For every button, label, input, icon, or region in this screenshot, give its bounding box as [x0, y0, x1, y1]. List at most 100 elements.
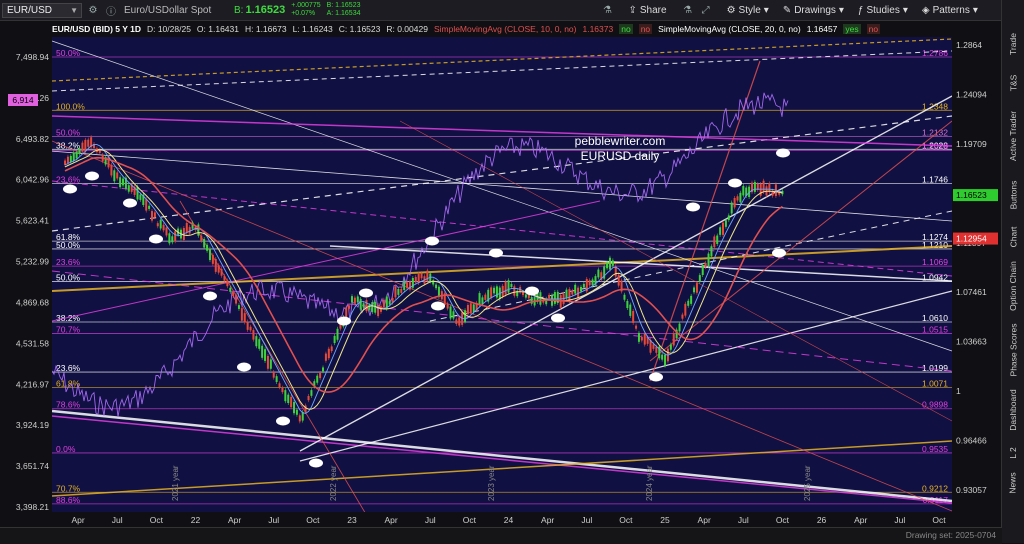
right-tab-t-s[interactable]: T&S [1002, 64, 1024, 102]
chevron-down-icon: ▼ [70, 5, 78, 15]
candle-body [66, 156, 69, 163]
info-open: O: 1.16431 [196, 24, 239, 34]
last-label: B: [234, 4, 244, 16]
candle-body [98, 149, 101, 153]
candle-body [327, 348, 330, 359]
candle-body [704, 262, 707, 267]
drawings-label: Drawings [794, 4, 836, 16]
info-icon[interactable]: ⓘ [104, 3, 118, 18]
candle-body [724, 220, 727, 227]
right-tab-label: Phase Scores [1008, 323, 1019, 377]
marker-ellipse [728, 178, 742, 188]
sma20-label[interactable]: SimpleMovingAvg (CLOSE, 20, 0, no) [658, 24, 801, 34]
price-level-label: 1.0199 [922, 363, 948, 373]
expand-icon[interactable]: ⤢ [699, 3, 713, 17]
candle-body [208, 248, 211, 261]
right-tab-news[interactable]: News [1002, 468, 1024, 498]
candle-body [493, 287, 496, 294]
chart-area[interactable]: 1.2786 1.2348 1.2132 1.2028 1.2018 1.1746 1.12… [0, 21, 1002, 543]
price-level-label: 0.9898 [922, 400, 948, 410]
flask2-icon[interactable]: ⚗ [681, 3, 695, 17]
candle-body [736, 196, 739, 201]
change-percent: +0.07% [291, 10, 316, 17]
price-chart[interactable]: 1.27861.23481.21321.20281.20181.17461.12… [0, 21, 1002, 532]
right-side-panel: Trade T&S Active Trader Buttons Chart Option … [1001, 0, 1024, 543]
candle-body [69, 155, 72, 163]
candle-body [324, 353, 327, 361]
candle-body [229, 287, 232, 292]
right-tab-phase-scores[interactable]: Phase Scores [1002, 318, 1024, 382]
candle-body [264, 349, 267, 361]
info-low: L: 1.16243 [292, 24, 333, 34]
marker-ellipse [123, 198, 137, 208]
x-axis-tick: Oct [619, 515, 633, 525]
x-axis-tick: Oct [776, 515, 790, 525]
sma10-toggle-no2[interactable]: no [638, 24, 653, 34]
candle-body [168, 233, 171, 244]
fib-label: 38.2% [56, 140, 81, 150]
sma20-toggle-no[interactable]: no [866, 24, 881, 34]
left-axis-tick: 5,623.41 [16, 216, 49, 226]
candle-body [753, 181, 756, 192]
last-price: 1.16523 [245, 4, 286, 16]
plot-background [52, 37, 952, 512]
left-axis-tick: 3,651.74 [16, 461, 49, 471]
right-tab-option-chain[interactable]: Option Chain [1002, 254, 1024, 318]
candle-body [81, 142, 84, 152]
sma10-label[interactable]: SimpleMovingAvg (CLOSE, 10, 0, no) [434, 24, 577, 34]
right-tab-chart[interactable]: Chart [1002, 220, 1024, 254]
x-axis-tick: Apr [228, 515, 241, 525]
x-axis-tick: Jul [112, 515, 123, 525]
patterns-button[interactable]: ◈ Patterns ▾ [922, 5, 978, 16]
studies-label: Studies [866, 4, 900, 16]
marker-ellipse [85, 171, 99, 181]
right-tab-trade[interactable]: Trade [1002, 24, 1024, 64]
candle-body [278, 383, 281, 388]
right-tab-label: Dashboard [1008, 389, 1018, 431]
sma20-toggle-yes[interactable]: yes [843, 24, 861, 34]
candle-body [687, 300, 690, 306]
left-axis-tick: 3,924.19 [16, 420, 49, 430]
candle-body [240, 308, 243, 321]
flask-icon[interactable]: ⚗ [601, 3, 615, 17]
candle-body [281, 387, 284, 393]
candle-body [716, 235, 719, 244]
fib-label: 70.7% [56, 325, 81, 335]
marker-ellipse [63, 184, 77, 194]
candle-body [275, 376, 278, 382]
candle-body [371, 302, 374, 313]
candle-body [261, 345, 264, 358]
right-tab-dashboard[interactable]: Dashboard [1002, 382, 1024, 438]
style-button[interactable]: ⚙ Style ▾ [727, 5, 769, 16]
right-tab-l-2[interactable]: L 2 [1002, 438, 1024, 468]
drawings-button[interactable]: ✎ Drawings ▾ [783, 5, 844, 16]
studies-button[interactable]: ƒ Studies ▾ [858, 5, 908, 16]
candle-body [217, 265, 220, 273]
candle-body [235, 294, 238, 304]
x-axis-tick: Apr [71, 515, 84, 525]
share-button[interactable]: ⇪ Share [629, 5, 667, 16]
right-tab-active-trader[interactable]: Active Trader [1002, 102, 1024, 170]
candle-body [156, 223, 159, 227]
footer-bar: Drawing set: 2025-0704 [0, 527, 1002, 544]
year-label: 2023 year [487, 465, 496, 501]
candle-body [640, 336, 643, 341]
candle-body [293, 402, 296, 414]
candle-body [188, 227, 191, 234]
candle-body [579, 286, 582, 292]
x-axis-tick: Jul [425, 515, 436, 525]
candle-body [353, 297, 356, 304]
symbol-selector[interactable]: EUR/USD ▼ [2, 2, 82, 18]
candle-body [681, 314, 684, 319]
x-axis-tick: 22 [191, 515, 201, 525]
candle-body [710, 246, 713, 257]
candle-body [617, 274, 620, 286]
candle-body [684, 303, 687, 316]
right-tab-buttons[interactable]: Buttons [1002, 170, 1024, 220]
sma10-toggle-no[interactable]: no [619, 24, 633, 34]
link-icon[interactable]: ⚙ [86, 3, 100, 17]
candle-body [582, 283, 585, 288]
candle-body [75, 151, 78, 159]
candle-body [490, 287, 493, 298]
price-level-label: 0.9535 [922, 444, 948, 454]
